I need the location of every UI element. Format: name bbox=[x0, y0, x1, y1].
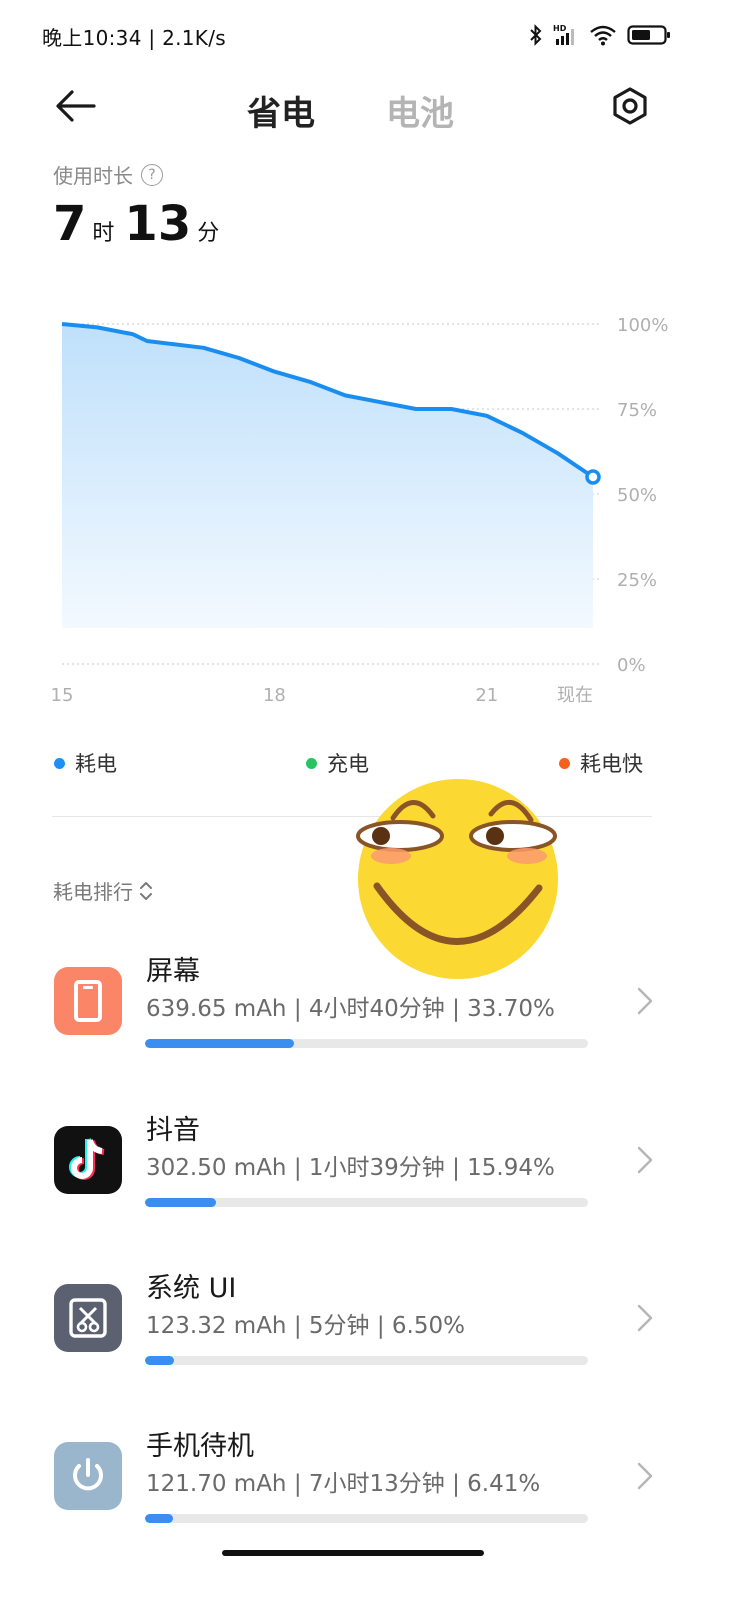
y-tick-label: 25% bbox=[617, 570, 657, 591]
item-detail: 121.70 mAh | 7小时13分钟 | 6.41% bbox=[146, 1471, 541, 1497]
header: 省电 电池 bbox=[0, 70, 729, 142]
wifi-icon bbox=[590, 25, 616, 46]
battery-chart-svg: 100% 75% 50% 25% 0% 15 18 21 现在 bbox=[51, 315, 669, 706]
usage-bar-fill bbox=[145, 1356, 174, 1365]
ranking-title: 耗电排行 bbox=[53, 880, 133, 904]
list-item-standby[interactable]: 手机待机 121.70 mAh | 7小时13分钟 | 6.41% bbox=[0, 1431, 729, 1562]
svg-text:HD: HD bbox=[553, 24, 567, 33]
usage-duration-value: 7 时 13 分 bbox=[53, 196, 229, 252]
usage-bar-fill bbox=[145, 1039, 295, 1048]
y-tick-label: 0% bbox=[617, 655, 646, 676]
battery-icon bbox=[627, 25, 670, 45]
status-bar: 晚上10:34 | 2.1K/s HD bbox=[0, 0, 729, 70]
legend-label-charging: 充电 bbox=[327, 752, 369, 776]
tiktok-icon bbox=[54, 1126, 122, 1194]
battery-level-chart: 100% 75% 50% 25% 0% 15 18 21 现在 bbox=[0, 300, 729, 720]
legend-charging: 充电 bbox=[306, 748, 369, 778]
settings-button[interactable] bbox=[606, 84, 654, 128]
item-detail: 639.65 mAh | 4小时40分钟 | 33.70% bbox=[146, 996, 555, 1022]
item-detail: 123.32 mAh | 5分钟 | 6.50% bbox=[146, 1313, 465, 1339]
usage-hours-unit: 时 bbox=[92, 221, 115, 246]
divider bbox=[52, 816, 652, 817]
item-name: 屏幕 bbox=[146, 956, 200, 987]
status-time-speed: 晚上10:34 | 2.1K/s bbox=[42, 26, 226, 50]
usage-label-text: 使用时长 bbox=[53, 164, 133, 188]
smirk-emoji-sticker bbox=[356, 779, 558, 979]
legend-dot-fast-drain bbox=[559, 757, 570, 769]
usage-duration-label: 使用时长 ? bbox=[53, 160, 163, 189]
home-indicator[interactable] bbox=[222, 1550, 484, 1556]
usage-bar bbox=[145, 1198, 588, 1207]
ranking-sort-toggle[interactable]: 耗电排行 bbox=[53, 876, 153, 905]
usage-bar-fill bbox=[145, 1198, 216, 1207]
current-level-marker bbox=[585, 469, 601, 485]
arrow-left-icon bbox=[56, 90, 96, 122]
system-ui-icon bbox=[54, 1284, 122, 1352]
tab-power-saving[interactable]: 省电 bbox=[247, 86, 315, 135]
legend-consumption: 耗电 bbox=[54, 748, 117, 778]
usage-hours: 7 bbox=[53, 196, 87, 252]
list-item-screen[interactable]: 屏幕 639.65 mAh | 4小时40分钟 | 33.70% bbox=[0, 956, 729, 1087]
sort-chevrons-icon bbox=[140, 881, 152, 900]
status-icons: HD bbox=[529, 22, 671, 48]
screen-icon bbox=[54, 967, 122, 1035]
legend-fast-drain: 耗电快 bbox=[559, 748, 643, 778]
list-item-system-ui[interactable]: 系统 UI 123.32 mAh | 5分钟 | 6.50% bbox=[0, 1273, 729, 1404]
y-tick-label: 75% bbox=[617, 400, 657, 421]
legend-dot-consumption bbox=[54, 757, 65, 769]
legend-dot-charging bbox=[306, 757, 317, 769]
usage-bar bbox=[145, 1356, 588, 1365]
help-icon[interactable]: ? bbox=[141, 163, 163, 186]
usage-minutes-unit: 分 bbox=[197, 221, 220, 246]
battery-area-fill bbox=[62, 324, 593, 628]
chevron-right-icon bbox=[637, 987, 653, 1015]
chevron-right-icon bbox=[637, 1304, 653, 1332]
usage-bar-fill bbox=[145, 1514, 174, 1523]
y-tick-label: 50% bbox=[617, 485, 657, 506]
chevron-right-icon bbox=[637, 1146, 653, 1174]
power-icon bbox=[54, 1442, 122, 1510]
hd-signal-icon: HD bbox=[553, 24, 574, 45]
item-name: 系统 UI bbox=[146, 1273, 237, 1304]
legend-label-consumption: 耗电 bbox=[75, 752, 117, 776]
chevron-right-icon bbox=[637, 1462, 653, 1490]
bluetooth-icon bbox=[530, 24, 542, 46]
back-button[interactable] bbox=[50, 84, 98, 128]
tab-battery[interactable]: 电池 bbox=[386, 86, 454, 135]
usage-minutes: 13 bbox=[124, 196, 192, 252]
hexagon-settings-icon bbox=[613, 87, 647, 125]
usage-bar bbox=[145, 1514, 588, 1523]
y-tick-label: 100% bbox=[617, 315, 668, 336]
x-tick-label: 18 bbox=[263, 685, 286, 706]
item-detail: 302.50 mAh | 1小时39分钟 | 15.94% bbox=[146, 1155, 555, 1181]
item-name: 抖音 bbox=[146, 1115, 200, 1146]
x-tick-label: 现在 bbox=[557, 685, 593, 706]
x-tick-label: 15 bbox=[51, 685, 74, 706]
x-tick-label: 21 bbox=[475, 685, 498, 706]
item-name: 手机待机 bbox=[146, 1431, 254, 1462]
legend-label-fast-drain: 耗电快 bbox=[580, 752, 643, 776]
list-item-douyin[interactable]: 抖音 302.50 mAh | 1小时39分钟 | 15.94% bbox=[0, 1115, 729, 1246]
usage-bar bbox=[145, 1039, 588, 1048]
